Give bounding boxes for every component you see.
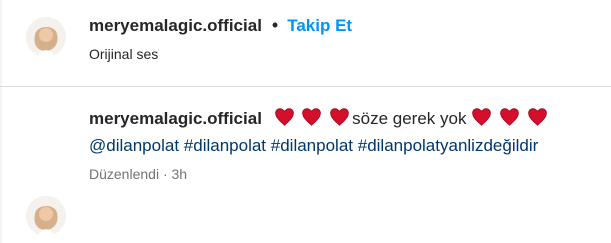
- follow-button[interactable]: Takip Et: [287, 16, 352, 36]
- post-header: meryemalagic.official • Takip Et Orijina…: [0, 0, 611, 87]
- comment: meryemalagic.official söze gerek yok @di…: [0, 88, 611, 243]
- avatar[interactable]: [26, 196, 66, 236]
- red-heart-icon: [329, 107, 350, 126]
- red-heart-icon: [527, 107, 548, 126]
- red-heart-icon: [301, 107, 322, 126]
- red-heart-icon: [274, 107, 295, 126]
- comment-text: söze gerek yok: [352, 109, 467, 128]
- separator-dot: •: [271, 15, 279, 35]
- red-heart-icon: [499, 107, 520, 126]
- comment-username[interactable]: meryemalagic.official: [89, 109, 262, 128]
- audio-label[interactable]: Orijinal ses: [89, 46, 158, 62]
- red-heart-icon: [471, 107, 492, 126]
- hashtag-link[interactable]: #dilanpolat: [271, 136, 353, 155]
- hashtag-link[interactable]: #dilanpolatyanlizdeğildir: [358, 136, 539, 155]
- mention-link[interactable]: @dilanpolat: [89, 136, 179, 155]
- header-top: meryemalagic.official • Takip Et: [89, 15, 352, 36]
- comment-body: meryemalagic.official söze gerek yok @di…: [89, 105, 589, 159]
- avatar[interactable]: [26, 17, 66, 57]
- comment-meta: Düzenlendi · 3h: [89, 166, 188, 182]
- username[interactable]: meryemalagic.official: [89, 16, 262, 36]
- hashtag-link[interactable]: #dilanpolat: [184, 136, 266, 155]
